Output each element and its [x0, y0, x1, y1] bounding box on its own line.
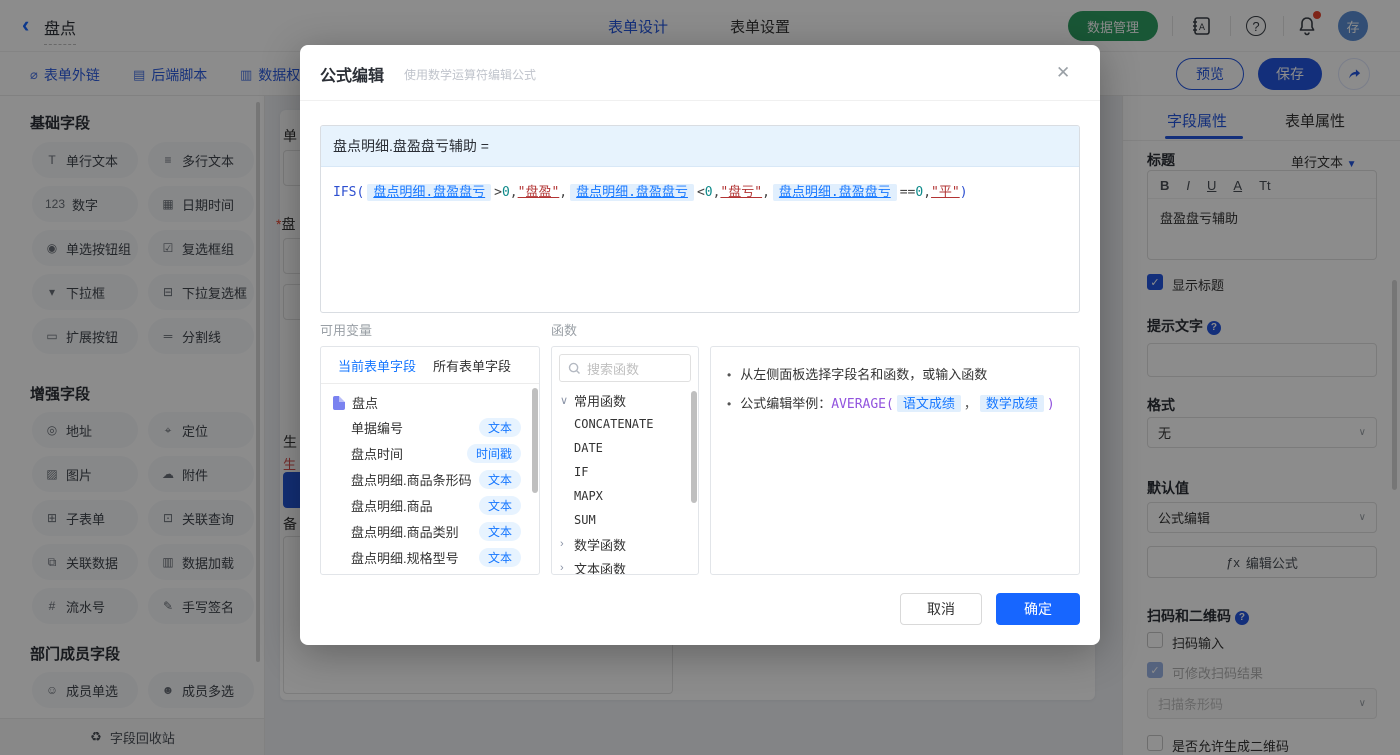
- functions-scrollbar[interactable]: [691, 391, 697, 503]
- formula-token[interactable]: "盘盈": [518, 185, 560, 200]
- function-label: 文本函数: [574, 559, 626, 576]
- confirm-button[interactable]: 确定: [996, 593, 1080, 625]
- functions-list: ∨ 常用函数 CONCATENATE DATE: [552, 388, 698, 575]
- variables-panel: 当前表单字段 所有表单字段 盘点 单据编号 文本 盘点时间 时间戳: [320, 346, 540, 575]
- app-window: ‹ 盘点 表单设计 表单设置 数据管理 A ? 存 ⌀ 表单外链 ▤ 后端脚本 …: [0, 0, 1400, 755]
- hint-token: 数学成绩: [980, 395, 1044, 412]
- chevron-icon: ›: [560, 562, 574, 574]
- hint-token: ，: [964, 396, 977, 411]
- formula-token[interactable]: <: [697, 185, 705, 200]
- formula-token[interactable]: "平": [931, 185, 960, 200]
- function-label: DATE: [574, 441, 603, 455]
- variable-name: 盘点明细.规格型号: [351, 548, 479, 567]
- function-label: 常用函数: [574, 391, 626, 410]
- formula-token[interactable]: 0: [502, 185, 510, 200]
- cancel-button[interactable]: 取消: [900, 593, 982, 625]
- hint-line-2: • 公式编辑举例：AVERAGE(语文成绩，数学成绩): [727, 394, 1063, 414]
- formula-expression[interactable]: IFS(盘点明细.盘盈盘亏>0,"盘盈",盘点明细.盘盈盘亏<0,"盘亏",盘点…: [321, 167, 1079, 219]
- functions-panel: 搜索函数 ∨ 常用函数 CONCATENATE: [551, 346, 699, 575]
- formula-token[interactable]: ,: [510, 185, 518, 200]
- modal-header: 公式编辑 使用数学运算符编辑公式 ✕: [300, 45, 1100, 101]
- variable-type-badge: 文本: [479, 522, 521, 541]
- variables-section-label: 可用变量: [320, 320, 372, 339]
- variable-type-badge: 文本: [479, 548, 521, 567]
- modal-title: 公式编辑: [320, 62, 384, 86]
- formula-token[interactable]: ,: [762, 185, 770, 200]
- variable-row[interactable]: 盘点明细.规格型号 文本: [321, 544, 539, 570]
- variable-row[interactable]: 盘点明细.商品 文本: [321, 492, 539, 518]
- chevron-icon: ›: [560, 538, 574, 550]
- modal-subtitle: 使用数学运算符编辑公式: [404, 66, 536, 83]
- variables-scrollbar[interactable]: [532, 388, 538, 493]
- formula-token[interactable]: >: [494, 185, 502, 200]
- variable-type-badge: 文本: [479, 496, 521, 515]
- chevron-icon: ∨: [560, 394, 574, 407]
- formula-token[interactable]: ,: [559, 185, 567, 200]
- hints-panel: • 从左侧面板选择字段名和函数，或输入函数 • 公式编辑举例：AVERAGE(语…: [710, 346, 1080, 575]
- tab-all-form-fields[interactable]: 所有表单字段: [433, 356, 511, 375]
- variables-list: 单据编号 文本 盘点时间 时间戳 盘点明细.商品条形码 文本 盘点明细: [321, 414, 539, 570]
- bullet: •: [727, 366, 731, 385]
- bullet: •: [727, 395, 731, 414]
- variable-name: 盘点明细.商品: [351, 496, 479, 515]
- variable-row[interactable]: 单据编号 文本: [321, 414, 539, 440]
- variable-row[interactable]: 盘点明细.商品类别 文本: [321, 518, 539, 544]
- tab-current-form-fields[interactable]: 当前表单字段: [338, 356, 416, 375]
- function-search-input[interactable]: 搜索函数: [559, 354, 691, 382]
- formula-token[interactable]: ==: [900, 185, 916, 200]
- variable-type-badge: 时间戳: [467, 444, 521, 463]
- formula-token[interactable]: IFS(: [333, 185, 364, 200]
- form-tree-root[interactable]: 盘点: [321, 384, 539, 414]
- function-label: 数学函数: [574, 535, 626, 554]
- variable-name: 盘点时间: [351, 444, 467, 463]
- formula-edit-modal: 公式编辑 使用数学运算符编辑公式 ✕ 盘点明细.盘盈盘亏辅助 = IFS(盘点明…: [300, 45, 1100, 645]
- formula-token[interactable]: 盘点明细.盘盈盘亏: [570, 184, 694, 201]
- formula-target: 盘点明细.盘盈盘亏辅助 =: [321, 126, 1079, 167]
- variables-tabs: 当前表单字段 所有表单字段: [321, 347, 539, 384]
- variable-name: 盘点明细.商品条形码: [351, 470, 479, 489]
- variable-name: 单据编号: [351, 418, 479, 437]
- variable-row[interactable]: 盘点明细.商品条形码 文本: [321, 466, 539, 492]
- function-row[interactable]: › 数学函数: [552, 532, 698, 556]
- function-row[interactable]: DATE: [552, 436, 698, 460]
- formula-token[interactable]: ,: [923, 185, 931, 200]
- hint-token: 语文成绩: [897, 395, 961, 412]
- function-label: SUM: [574, 513, 596, 527]
- function-row[interactable]: MAPX: [552, 484, 698, 508]
- formula-editor: 盘点明细.盘盈盘亏辅助 = IFS(盘点明细.盘盈盘亏>0,"盘盈",盘点明细.…: [320, 125, 1080, 313]
- formula-token[interactable]: 盘点明细.盘盈盘亏: [367, 184, 491, 201]
- function-row[interactable]: ∨ 常用函数: [552, 388, 698, 412]
- function-label: IF: [574, 465, 588, 479]
- hint-token: 公式编辑举例：: [740, 396, 831, 411]
- search-icon: [568, 362, 581, 375]
- function-row[interactable]: › 文本函数: [552, 556, 698, 575]
- hint-line-1: • 从左侧面板选择字段名和函数，或输入函数: [727, 365, 1063, 385]
- variable-name: 盘点明细.商品类别: [351, 522, 479, 541]
- functions-section-label: 函数: [551, 320, 577, 339]
- function-row[interactable]: CONCATENATE: [552, 412, 698, 436]
- function-row[interactable]: SUM: [552, 508, 698, 532]
- close-icon[interactable]: ✕: [1056, 63, 1070, 83]
- hint-token: ): [1047, 397, 1055, 412]
- function-label: CONCATENATE: [574, 417, 653, 431]
- search-placeholder: 搜索函数: [587, 359, 639, 378]
- variable-type-badge: 文本: [479, 418, 521, 437]
- variable-row[interactable]: 盘点时间 时间戳: [321, 440, 539, 466]
- variable-type-badge: 文本: [479, 470, 521, 489]
- formula-token[interactable]: "盘亏": [720, 185, 762, 200]
- formula-token[interactable]: 0: [705, 185, 713, 200]
- formula-token[interactable]: 盘点明细.盘盈盘亏: [773, 184, 897, 201]
- formula-token[interactable]: ): [960, 185, 968, 200]
- hint-token: AVERAGE(: [831, 397, 894, 412]
- form-doc-icon: [333, 396, 345, 410]
- hint-example: 公式编辑举例：AVERAGE(语文成绩，数学成绩): [740, 394, 1055, 414]
- function-label: MAPX: [574, 489, 603, 503]
- function-row[interactable]: IF: [552, 460, 698, 484]
